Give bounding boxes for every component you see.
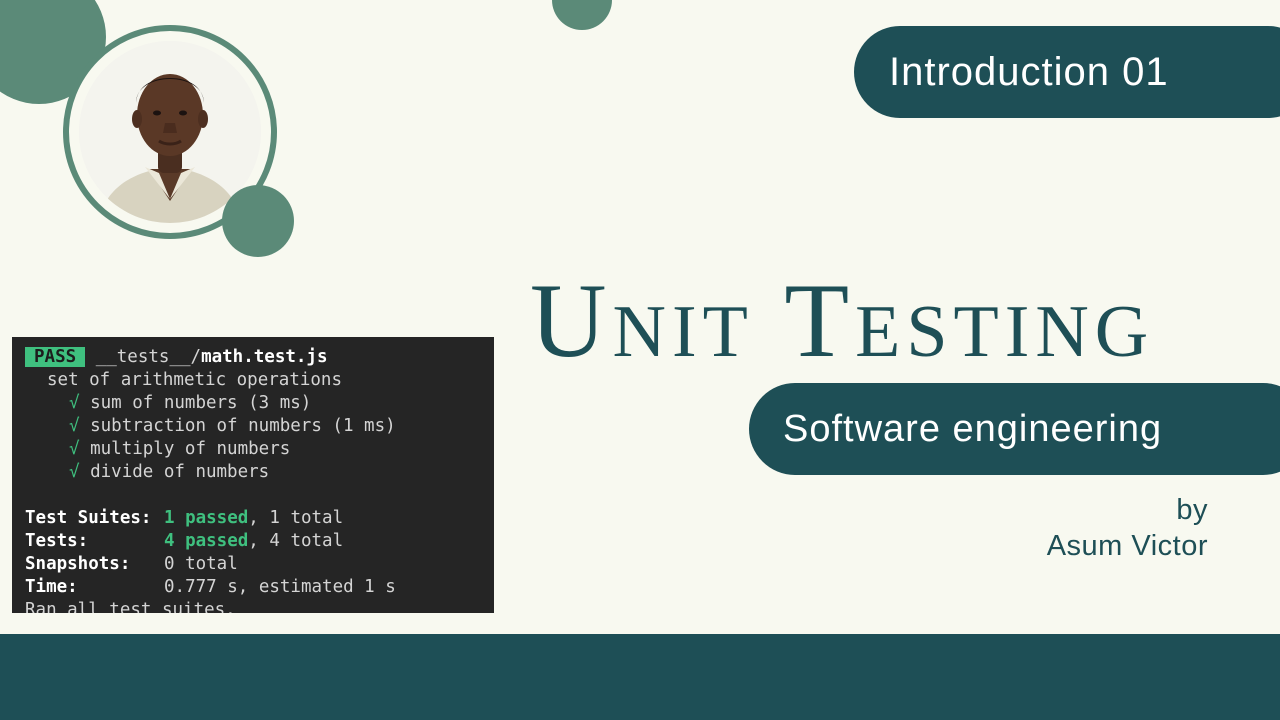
intro-label: Introduction 01 <box>889 49 1169 94</box>
test-name: sum of numbers (3 ms) <box>90 393 312 413</box>
test-file-line: PASS __tests__/math.test.js <box>25 346 494 369</box>
test-result-row: √ sum of numbers (3 ms) <box>25 392 494 415</box>
check-icon: √ <box>69 416 80 436</box>
summary-suites: Test Suites: 1 passed, 1 total <box>25 507 494 530</box>
summary-time: Time: 0.777 s, estimated 1 s <box>25 576 494 599</box>
test-name: subtraction of numbers (1 ms) <box>90 416 396 436</box>
test-result-row: √ divide of numbers <box>25 461 494 484</box>
footer-band <box>0 634 1280 720</box>
suites-total: , 1 total <box>248 508 344 528</box>
suite-name: set of arithmetic operations <box>47 370 343 390</box>
decorative-circle-photo <box>222 185 294 257</box>
summary-snapshots: Snapshots: 0 total <box>25 553 494 576</box>
author-name: Asum Victor <box>1046 530 1208 562</box>
decorative-circle-top <box>552 0 612 30</box>
tests-label: Tests: <box>25 531 89 551</box>
test-name: multiply of numbers <box>90 439 291 459</box>
file-prefix: __tests__/ <box>95 347 202 367</box>
byline: by Asum Victor <box>1047 492 1208 564</box>
test-name: divide of numbers <box>90 462 270 482</box>
by-label: by <box>1176 494 1208 526</box>
summary-tests: Tests: 4 passed, 4 total <box>25 530 494 553</box>
snapshots-value: 0 total <box>164 554 238 574</box>
ran-all-line: Ran all test suites. <box>25 600 236 613</box>
tests-total: , 4 total <box>248 531 344 551</box>
check-icon: √ <box>69 439 80 459</box>
intro-badge: Introduction 01 <box>854 26 1280 118</box>
test-result-row: √ subtraction of numbers (1 ms) <box>25 415 494 438</box>
check-icon: √ <box>69 462 80 482</box>
pass-badge: PASS <box>25 347 86 367</box>
time-label: Time: <box>25 577 78 597</box>
file-name: math.test.js <box>201 347 328 367</box>
subtitle-label: Software engineering <box>783 407 1163 450</box>
test-result-row: √ multiply of numbers <box>25 438 494 461</box>
terminal-output: PASS __tests__/math.test.js set of arith… <box>12 337 494 613</box>
snapshots-label: Snapshots: <box>25 554 131 574</box>
tests-passed: 4 passed <box>164 531 249 551</box>
time-value: 0.777 s, estimated 1 s <box>164 577 396 597</box>
check-icon: √ <box>69 393 80 413</box>
suites-label: Test Suites: <box>25 508 152 528</box>
page-title: Unit Testing <box>530 262 1155 379</box>
suites-passed: 1 passed <box>164 508 249 528</box>
subtitle-badge: Software engineering <box>749 383 1280 475</box>
